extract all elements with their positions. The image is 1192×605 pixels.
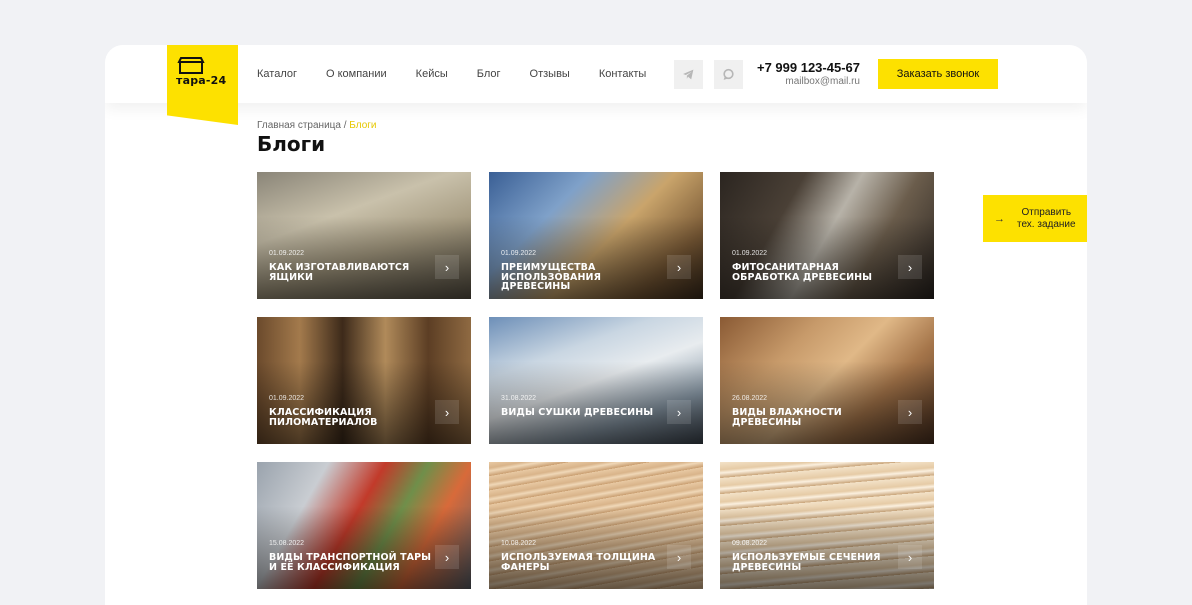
chevron-right-icon[interactable]: › xyxy=(898,545,922,569)
arrow-right-icon: → xyxy=(994,212,1005,225)
telegram-icon xyxy=(683,69,694,80)
card-date: 09.08.2022 xyxy=(732,540,768,547)
card-date: 01.09.2022 xyxy=(501,250,537,257)
nav-catalog[interactable]: Каталог xyxy=(257,68,297,80)
card-title: ВИДЫ СУШКИ ДРЕВЕСИНЫ xyxy=(501,407,654,418)
card-date: 10.08.2022 xyxy=(501,540,537,547)
chevron-right-icon[interactable]: › xyxy=(898,255,922,279)
breadcrumb-current: Блоги xyxy=(349,120,377,131)
email-address[interactable]: mailbox@mail.ru xyxy=(745,76,860,87)
blog-card[interactable]: 01.09.2022 КЛАССИФИКАЦИЯ ПИЛОМАТЕРИАЛОВ … xyxy=(257,317,471,444)
telegram-button[interactable] xyxy=(674,60,703,89)
chevron-right-icon[interactable]: › xyxy=(898,400,922,424)
card-title: ИСПОЛЬЗУЕМЫЕ СЕЧЕНИЯ ДРЕВЕСИНЫ xyxy=(732,552,881,573)
blog-card[interactable]: 01.09.2022 ФИТОСАНИТАРНАЯ ОБРАБОТКА ДРЕВ… xyxy=(720,172,934,299)
nav-reviews[interactable]: Отзывы xyxy=(530,68,570,80)
chevron-right-icon[interactable]: › xyxy=(435,400,459,424)
blog-grid: 01.09.2022 КАК ИЗГОТАВЛИВАЮТСЯ ЯЩИКИ › 0… xyxy=(257,172,935,590)
blog-card[interactable]: 26.08.2022 ВИДЫ ВЛАЖНОСТИ ДРЕВЕСИНЫ › xyxy=(720,317,934,444)
contacts: +7 999 123-45-67 mailbox@mail.ru xyxy=(745,60,860,87)
card-date: 15.08.2022 xyxy=(269,540,305,547)
card-date: 26.08.2022 xyxy=(732,395,768,402)
page-container: Каталог О компании Кейсы Блог Отзывы Кон… xyxy=(105,45,1087,605)
card-title: ВИДЫ ТРАНСПОРТНОЙ ТАРЫ И ЕЁ КЛАССИФИКАЦИ… xyxy=(269,552,432,573)
whatsapp-icon xyxy=(723,68,734,80)
nav-cases[interactable]: Кейсы xyxy=(416,68,448,80)
page-title: Блоги xyxy=(257,132,326,156)
callback-button[interactable]: Заказать звонок xyxy=(878,59,998,89)
card-title: ИСПОЛЬЗУЕМАЯ ТОЛЩИНА ФАНЕРЫ xyxy=(501,552,656,573)
card-title: КАК ИЗГОТАВЛИВАЮТСЯ ЯЩИКИ xyxy=(269,262,410,283)
chevron-right-icon[interactable]: › xyxy=(667,545,691,569)
logo[interactable]: тара-24 xyxy=(167,45,238,125)
breadcrumb-home[interactable]: Главная страница xyxy=(257,120,341,131)
nav-contacts[interactable]: Контакты xyxy=(599,68,647,80)
send-brief-line2: тех. задание xyxy=(1017,218,1076,230)
main-nav: Каталог О компании Кейсы Блог Отзывы Кон… xyxy=(257,68,675,80)
card-title: ФИТОСАНИТАРНАЯ ОБРАБОТКА ДРЕВЕСИНЫ xyxy=(732,262,873,283)
box-icon xyxy=(177,57,205,74)
blog-card[interactable]: 10.08.2022 ИСПОЛЬЗУЕМАЯ ТОЛЩИНА ФАНЕРЫ › xyxy=(489,462,703,589)
card-title: КЛАССИФИКАЦИЯ ПИЛОМАТЕРИАЛОВ xyxy=(269,407,378,428)
chevron-right-icon[interactable]: › xyxy=(435,545,459,569)
blog-card[interactable]: 01.09.2022 ПРЕИМУЩЕСТВА ИСПОЛЬЗОВАНИЯ ДР… xyxy=(489,172,703,299)
header: Каталог О компании Кейсы Блог Отзывы Кон… xyxy=(105,45,1087,103)
blog-card[interactable]: 09.08.2022 ИСПОЛЬЗУЕМЫЕ СЕЧЕНИЯ ДРЕВЕСИН… xyxy=(720,462,934,589)
chevron-right-icon[interactable]: › xyxy=(667,255,691,279)
blog-card[interactable]: 15.08.2022 ВИДЫ ТРАНСПОРТНОЙ ТАРЫ И ЕЁ К… xyxy=(257,462,471,589)
card-date: 01.09.2022 xyxy=(269,250,305,257)
blog-card[interactable]: 31.08.2022 ВИДЫ СУШКИ ДРЕВЕСИНЫ › xyxy=(489,317,703,444)
breadcrumb: Главная страница / Блоги xyxy=(257,120,377,131)
chevron-right-icon[interactable]: › xyxy=(435,255,459,279)
send-brief-line1: Отправить xyxy=(1021,206,1072,218)
card-date: 01.09.2022 xyxy=(269,395,305,402)
chevron-right-icon[interactable]: › xyxy=(667,400,691,424)
phone-number[interactable]: +7 999 123-45-67 xyxy=(745,60,860,75)
logo-text: тара-24 xyxy=(176,74,227,87)
nav-about[interactable]: О компании xyxy=(326,68,387,80)
send-brief-button[interactable]: → Отправить тех. задание xyxy=(983,195,1087,242)
card-title: ВИДЫ ВЛАЖНОСТИ ДРЕВЕСИНЫ xyxy=(732,407,842,428)
nav-blog[interactable]: Блог xyxy=(477,68,501,80)
send-brief-label: Отправить тех. задание xyxy=(1017,207,1076,231)
blog-card[interactable]: 01.09.2022 КАК ИЗГОТАВЛИВАЮТСЯ ЯЩИКИ › xyxy=(257,172,471,299)
card-date: 01.09.2022 xyxy=(732,250,768,257)
card-shade xyxy=(489,317,703,444)
card-title: ПРЕИМУЩЕСТВА ИСПОЛЬЗОВАНИЯ ДРЕВЕСИНЫ xyxy=(501,262,602,292)
card-date: 31.08.2022 xyxy=(501,395,537,402)
whatsapp-button[interactable] xyxy=(714,60,743,89)
